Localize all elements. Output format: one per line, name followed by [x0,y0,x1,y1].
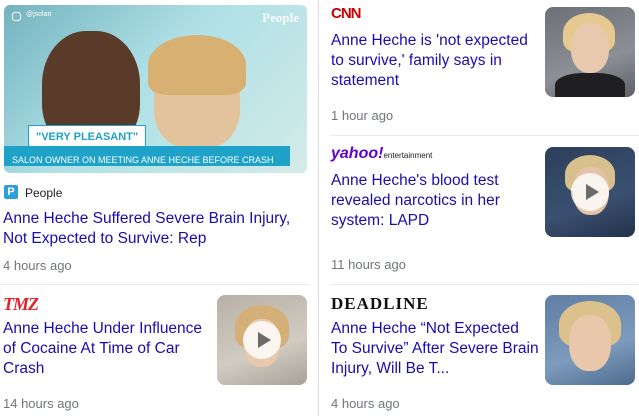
cnn-logo: CNN [331,5,361,22]
instagram-icon [12,12,21,21]
news-card-cnn[interactable]: CNN Anne Heche is 'not expected to survi… [330,0,639,135]
yahoo-entertainment-logo: yahoo!entertainment [331,145,433,162]
play-icon[interactable] [243,321,281,359]
video-thumbnail[interactable]: @jsolan People "VERY PLEASANT" SALON OWN… [4,5,307,173]
portrait-face [569,315,611,371]
news-card-tmz[interactable]: TMZ Anne Heche Under Influence of Cocain… [0,285,310,416]
news-card-deadline[interactable]: DEADLINE Anne Heche “Not Expected To Sur… [330,285,639,416]
headline-link[interactable]: Anne Heche Suffered Severe Brain Injury,… [3,209,303,249]
timestamp: 11 hours ago [331,257,406,272]
deadline-logo: DEADLINE [331,294,429,313]
article-thumbnail[interactable] [545,7,635,97]
banner-subtitle: SALON OWNER ON MEETING ANNE HECHE BEFORE… [4,146,290,166]
headline-link[interactable]: Anne Heche Under Influence of Cocaine At… [3,319,203,379]
instagram-handle: @jsolan [26,11,52,18]
timestamp: 4 hours ago [331,396,400,411]
article-thumbnail[interactable] [545,295,635,385]
portrait-dress [555,73,625,97]
play-icon[interactable] [571,173,609,211]
headline-link[interactable]: Anne Heche's blood test revealed narcoti… [331,171,531,231]
news-card-people[interactable]: @jsolan People "VERY PLEASANT" SALON OWN… [0,0,310,284]
people-watermark: People [262,10,299,25]
banner-title: "VERY PLEASANT" [28,125,147,147]
column-divider [318,0,319,416]
news-card-yahoo[interactable]: yahoo!entertainment Anne Heche's blood t… [330,136,639,284]
headline-link[interactable]: Anne Heche “Not Expected To Survive” Aft… [331,319,539,379]
source-name: People [25,186,63,200]
timestamp: 14 hours ago [3,396,79,411]
headline-link[interactable]: Anne Heche is 'not expected to survive,'… [331,31,531,91]
timestamp: 4 hours ago [3,258,72,273]
timestamp: 1 hour ago [331,108,394,123]
video-thumbnail[interactable] [217,295,307,385]
people-logo: P [4,185,18,199]
tmz-logo: TMZ [3,294,39,314]
portrait-face [571,23,609,73]
video-thumbnail[interactable] [545,147,635,237]
woman-hair [148,35,246,95]
